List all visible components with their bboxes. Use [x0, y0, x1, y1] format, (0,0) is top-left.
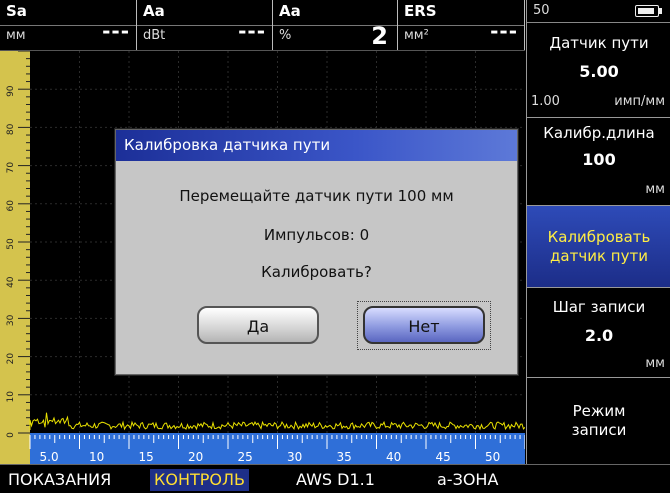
depth-label: 15: [139, 450, 154, 464]
depth-label: 25: [238, 450, 253, 464]
encoder-unit: имп/мм: [614, 94, 665, 109]
menu-tabs: ПОКАЗАНИЯ КОНТРОЛЬ AWS D1.1 a-ЗОНА: [0, 464, 670, 493]
amplitude-label: 50: [6, 238, 16, 250]
reading-name: ERS: [404, 2, 437, 20]
amplitude-ticks: 90 80 70 60 50 40 30 20 10 0: [6, 51, 30, 438]
record-mode-setting[interactable]: Режим записи: [527, 378, 670, 464]
readings-bar: Sa мм --- Aa dBt --- Aa % 2 ERS мм² ---: [0, 0, 525, 50]
record-step-setting[interactable]: Шаг записи 2.0 мм: [527, 288, 670, 378]
reading-name: Aa: [279, 2, 301, 20]
reading-sa[interactable]: Sa мм ---: [0, 0, 137, 50]
calibrate-line2: датчик пути: [550, 247, 648, 265]
yes-button[interactable]: Да: [197, 306, 319, 344]
tab-readings[interactable]: ПОКАЗАНИЯ: [4, 469, 115, 491]
reading-unit: мм: [6, 28, 26, 43]
amplitude-label: 90: [6, 85, 16, 97]
amplitude-label: 80: [6, 123, 16, 135]
amplitude-label: 60: [6, 200, 16, 212]
reading-value: ---: [102, 19, 130, 43]
amplitude-label: 40: [6, 276, 16, 288]
battery-icon: [635, 5, 662, 17]
cal-length-title: Калибр.длина: [543, 124, 655, 142]
encoder-title: Датчик пути: [549, 34, 649, 52]
calibrate-encoder-button[interactable]: Калибровать датчик пути: [527, 206, 670, 288]
record-step-unit: мм: [645, 356, 665, 371]
tab-aws[interactable]: AWS D1.1: [292, 469, 379, 491]
calibration-dialog: Калибровка датчика пути Перемещайте датч…: [115, 129, 518, 375]
dialog-pulses: Импульсов: 0: [263, 226, 370, 244]
calibrate-line1: Калибровать: [547, 228, 651, 246]
depth-label: 10: [89, 450, 104, 464]
amplitude-label: 20: [6, 353, 16, 365]
no-button[interactable]: Нет: [363, 306, 485, 344]
reading-aa-percent[interactable]: Aa % 2: [273, 0, 398, 50]
tab-a-zone[interactable]: a-ЗОНА: [433, 469, 502, 491]
depth-label: 5.0: [40, 450, 59, 464]
reading-name: Sa: [6, 2, 27, 20]
cal-length-unit: мм: [645, 182, 665, 197]
record-step-title: Шаг записи: [552, 298, 646, 316]
depth-label: 20: [188, 450, 203, 464]
amplitude-label: 70: [6, 162, 16, 174]
dialog-message: Перемещайте датчик пути 100 мм: [179, 187, 454, 205]
encoder-setting[interactable]: Датчик пути 5.00 1.00 имп/мм: [527, 22, 670, 118]
cal-length-setting[interactable]: Калибр.длина 100 мм: [527, 118, 670, 206]
reading-unit: %: [279, 28, 292, 43]
record-mode-line1: Режим: [572, 402, 626, 420]
reading-name: Aa: [143, 2, 165, 20]
record-mode-line2: записи: [571, 421, 627, 439]
depth-label: 45: [436, 450, 451, 464]
battery-status: 50: [527, 0, 670, 23]
reading-ers[interactable]: ERS мм² ---: [398, 0, 525, 50]
flaw-detector-screen: Sa мм --- Aa dBt --- Aa % 2 ERS мм² --- …: [0, 0, 670, 493]
battery-level: 50: [533, 3, 550, 18]
reading-aa-db[interactable]: Aa dBt ---: [137, 0, 273, 50]
reading-value: ---: [490, 19, 518, 43]
reading-value: 2: [371, 22, 389, 50]
amplitude-label: 30: [6, 314, 16, 326]
dialog-question: Калибровать?: [261, 263, 372, 281]
depth-label: 50: [485, 450, 500, 464]
depth-label: 40: [386, 450, 401, 464]
reading-unit: мм²: [404, 28, 429, 43]
dialog-title: Калибровка датчика пути: [116, 130, 517, 161]
reading-value: ---: [238, 19, 266, 43]
tab-control[interactable]: КОНТРОЛЬ: [150, 469, 250, 491]
depth-label: 35: [337, 450, 352, 464]
encoder-value: 5.00: [579, 62, 619, 81]
reading-unit: dBt: [143, 28, 166, 43]
amplitude-label: 0: [6, 432, 16, 438]
settings-panel: 50 Датчик пути 5.00 1.00 имп/мм Калибр.д…: [526, 0, 670, 464]
record-step-value: 2.0: [584, 326, 614, 345]
depth-label: 30: [287, 450, 302, 464]
cal-length-value: 100: [582, 150, 616, 169]
amplitude-label: 10: [6, 391, 16, 403]
encoder-min: 1.00: [531, 94, 560, 109]
